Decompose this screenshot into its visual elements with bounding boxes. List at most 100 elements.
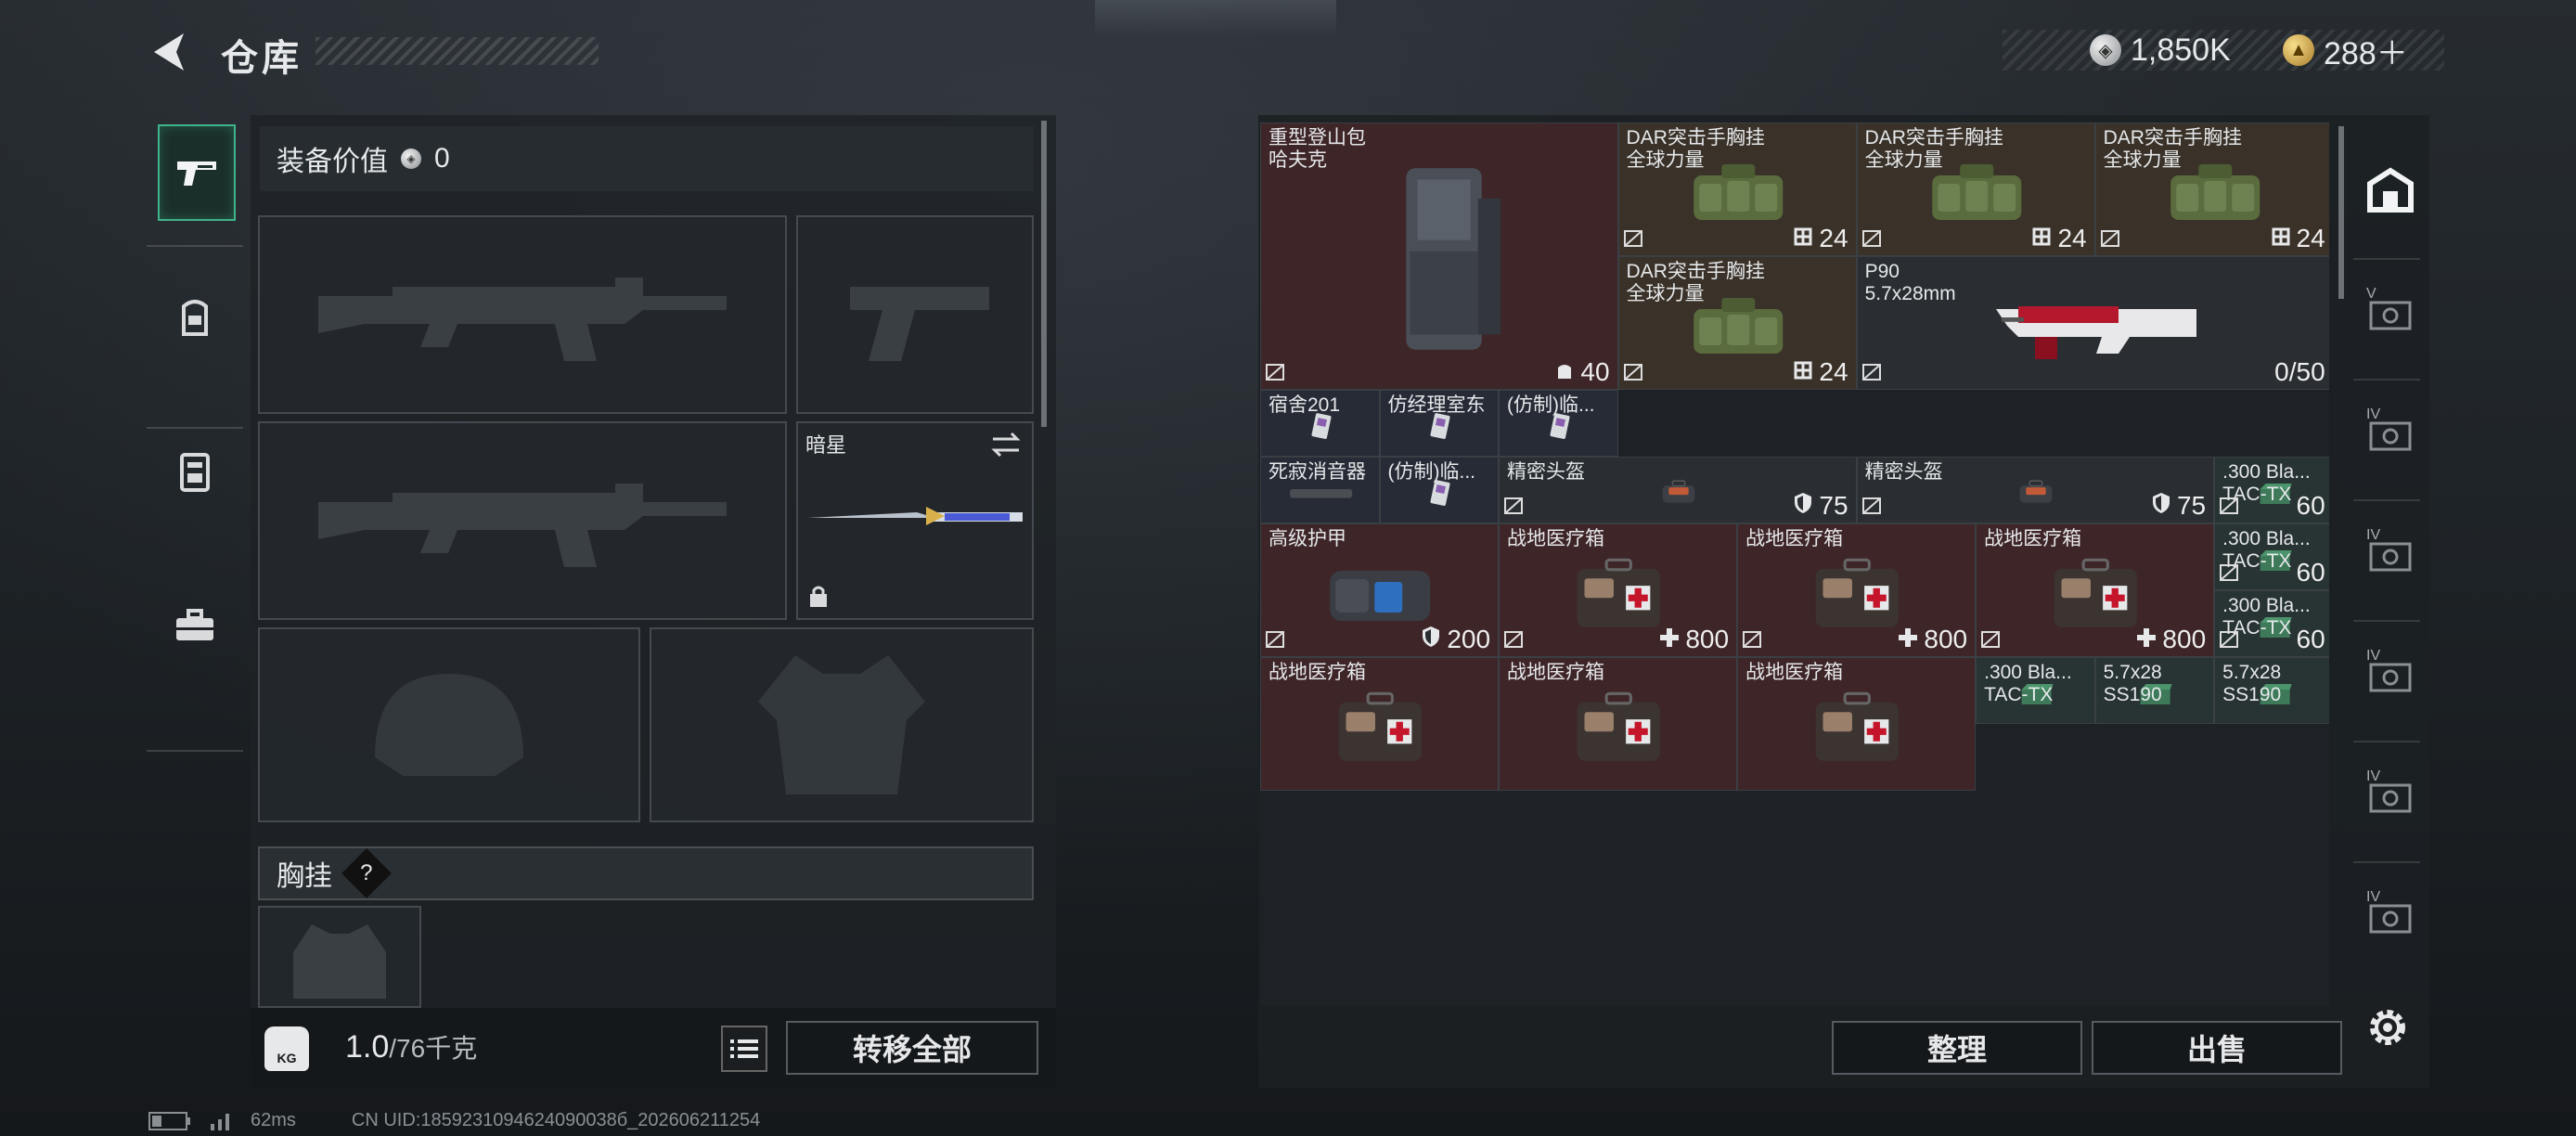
battery-icon (148, 1111, 190, 1130)
body-armor-slot[interactable] (650, 627, 1034, 822)
stash-item[interactable]: .300 Bla... TAC-TX 60 (2214, 523, 2329, 590)
carry-weight: 1.0/76千克 (345, 1028, 477, 1065)
stash-tab-iv-4[interactable]: IV (2364, 768, 2416, 819)
help-icon[interactable]: ? (341, 848, 392, 898)
sell-button[interactable]: 出售 (2092, 1021, 2342, 1075)
stash-item[interactable]: 重型登山包 哈夫克 40 (1260, 123, 1618, 390)
item-count: 0/50 (2274, 357, 2325, 387)
loadout-scrollbar[interactable] (1041, 121, 1047, 427)
stash-item[interactable]: DAR突击手胸挂 全球力量 24 (2094, 123, 2329, 256)
stash-item[interactable]: 高级护甲 200 (1260, 523, 1500, 657)
status-bar: 62ms CN UID:1859231094624090038б_2026062… (148, 1110, 760, 1131)
item-name: 战地医疗箱 (1269, 662, 1366, 683)
stash-scrollbar[interactable] (2338, 126, 2344, 299)
stash-item[interactable]: 战地医疗箱 (1499, 657, 1738, 791)
stash-item[interactable]: 精密头盔 75 (1856, 457, 2215, 523)
stash-item[interactable]: P90 5.7x28mm 0/50 (1856, 256, 2329, 390)
item-count: 24 (2271, 224, 2325, 253)
gear-icon (2370, 1010, 2405, 1045)
item-status-icon (1980, 630, 2001, 654)
back-button[interactable] (147, 28, 189, 76)
secondary-weapon-slot[interactable] (258, 421, 787, 620)
stash-tab-iv-3[interactable]: IV (2364, 648, 2416, 698)
stash-home-tab[interactable] (2364, 167, 2416, 213)
grid-icon (1793, 224, 1813, 253)
stash-item[interactable]: 战地医疗箱 800 (1499, 523, 1738, 657)
tab-grade: IV (2366, 407, 2381, 422)
tab-grade: IV (2366, 889, 2381, 905)
item-name: 精密头盔 (1507, 461, 1586, 483)
item-name: .300 Bla... TAC-TX (1984, 662, 2072, 705)
item-image (1500, 550, 1736, 636)
stash-tab-iv-2[interactable]: IV (2364, 527, 2416, 577)
armor-silhouette-icon (651, 629, 1032, 820)
transfer-all-button[interactable]: 转移全部 (786, 1021, 1038, 1075)
sort-button[interactable]: 整理 (1832, 1021, 2082, 1075)
stash-item[interactable]: DAR突击手胸挂 全球力量 24 (1617, 123, 1857, 256)
side-tab-divider (2353, 620, 2420, 622)
signal-icon (211, 1113, 229, 1130)
item-count: 800 (1659, 625, 1729, 654)
stash-item[interactable]: 死寂消音器 (1260, 457, 1380, 523)
stash-item[interactable]: 5.7x28 SS190 (2094, 657, 2215, 724)
item-name: 战地医疗箱 (1745, 528, 1844, 549)
item-image (1500, 684, 1736, 769)
item-count: 800 (1898, 625, 1967, 654)
stash-item[interactable]: .300 Bla... TAC-TX 60 (2214, 457, 2329, 523)
item-name: 战地医疗箱 (1507, 662, 1605, 683)
toolbox-icon (176, 609, 213, 640)
stash-tab-iv-1[interactable]: IV (2364, 407, 2416, 457)
vest-tab[interactable] (158, 425, 232, 518)
swap-icon[interactable] (989, 431, 1023, 458)
stash-item[interactable]: (仿制)临... (1499, 390, 1618, 457)
shield-icon (2151, 491, 2171, 521)
stash-item[interactable]: 精密头盔 75 (1499, 457, 1857, 523)
currency-gold[interactable]: ▲ 288＋ (2283, 30, 2408, 71)
weapon-tab[interactable] (158, 124, 236, 221)
item-name: 5.7x28 SS190 (2103, 662, 2162, 705)
item-status-icon (1861, 229, 1882, 253)
chest-rig-slot[interactable] (258, 906, 421, 1008)
tab-grade: IV (2366, 648, 2381, 664)
plus-icon (2136, 625, 2157, 654)
title-decoration (316, 37, 599, 65)
helmet-slot[interactable] (258, 627, 640, 822)
stash-item[interactable]: 宿舍201 (1260, 390, 1380, 457)
stash-item[interactable]: 仿经理室东 (1379, 390, 1500, 457)
stash-item[interactable]: 战地医疗箱 (1260, 657, 1500, 791)
stash-item[interactable]: 战地医疗箱 (1737, 657, 1977, 791)
list-view-button[interactable] (721, 1026, 767, 1072)
item-count: 75 (1793, 491, 1848, 521)
currency-silver[interactable]: ◈ 1,850K (2090, 30, 2231, 71)
melee-slot[interactable]: 暗星 (796, 421, 1034, 620)
case-tab[interactable] (158, 579, 232, 672)
item-count: 60 (2297, 625, 2325, 654)
tab-grade: IV (2366, 527, 2381, 543)
stash-item[interactable]: .300 Bla... TAC-TX (1976, 657, 2095, 724)
stash-item[interactable]: (仿制)临... (1379, 457, 1500, 523)
user-uid: CN UID:1859231094624090038б_202606211254 (351, 1110, 761, 1130)
item-count-value: 24 (2296, 224, 2325, 252)
item-count-value: 200 (1447, 625, 1491, 653)
stash-item[interactable]: DAR突击手胸挂 全球力量 24 (1617, 256, 1857, 390)
silver-coin-icon: ◈ (401, 148, 421, 169)
stash-item[interactable]: DAR突击手胸挂 全球力量 24 (1856, 123, 2095, 256)
chest-rig-section-header: 胸挂 ? (258, 846, 1034, 900)
item-count: 800 (2136, 625, 2206, 654)
settings-button[interactable] (2363, 1002, 2413, 1052)
stash-item[interactable]: 战地医疗箱 800 (1737, 523, 1977, 657)
melee-label: 暗星 (805, 433, 847, 457)
stash-item[interactable]: 战地医疗箱 800 (1976, 523, 2215, 657)
stash-tab-iv-5[interactable]: IV (2364, 889, 2416, 939)
gold-amount: 288＋ (2324, 35, 2408, 71)
stash-tab-v[interactable]: V (2364, 286, 2416, 336)
armor-tab[interactable] (158, 271, 232, 364)
item-count-value: 40 (1580, 357, 1610, 386)
item-image (1261, 684, 1498, 769)
equipment-value: 装备价值 ◈ 0 (260, 126, 1034, 191)
item-count: 24 (2031, 224, 2087, 253)
pistol-slot[interactable] (796, 215, 1034, 414)
primary-weapon-slot[interactable] (258, 215, 787, 414)
stash-item[interactable]: .300 Bla... TAC-TX 60 (2214, 590, 2329, 657)
stash-item[interactable]: 5.7x28 SS190 (2214, 657, 2329, 724)
